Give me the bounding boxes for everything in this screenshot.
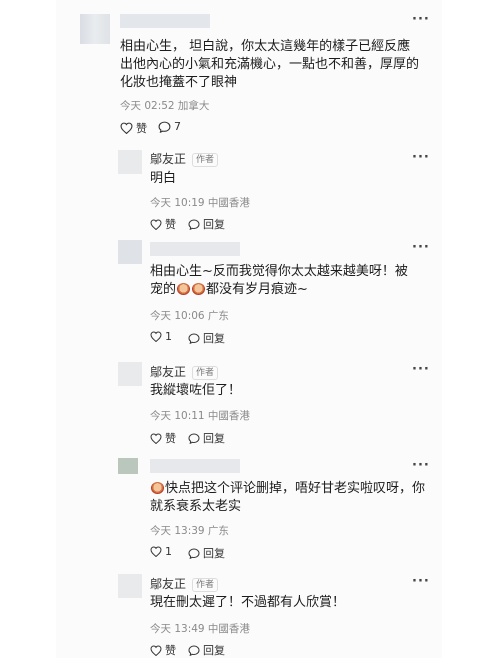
more-icon[interactable]: ···: [412, 458, 430, 473]
avatar[interactable]: [118, 362, 142, 386]
comment-meta: 今天 02:52 加拿大: [120, 100, 210, 112]
like-label: 赞: [136, 122, 147, 135]
more-icon[interactable]: ···: [412, 574, 430, 589]
reply-text: 明白: [150, 171, 177, 186]
like-count: 1: [165, 330, 172, 343]
like-button[interactable]: 1: [150, 545, 172, 558]
like-count: 1: [165, 545, 172, 558]
comment-icon: [188, 332, 200, 344]
reply-text: 相由心生~反而我觉得你太太越来越美呀！被宠的 都没有岁月痕迹~: [150, 264, 408, 297]
more-icon[interactable]: ···: [412, 150, 430, 165]
heart-icon: [150, 331, 162, 342]
comment-icon: [188, 218, 200, 230]
like-button[interactable]: 赞: [150, 216, 176, 232]
reply-button[interactable]: 回复: [188, 642, 225, 658]
reply-label: 回复: [203, 332, 225, 345]
reply-meta: 今天 13:49 中國香港: [150, 623, 250, 635]
like-button[interactable]: 1: [150, 330, 172, 343]
username-blurred[interactable]: [120, 14, 210, 28]
emoji-icon: [151, 482, 164, 494]
reply-button[interactable]: 回复: [188, 216, 225, 232]
reply-username[interactable]: 鄔友正 作者: [150, 363, 219, 380]
reply-meta: 今天 10:19 中國香港: [150, 197, 250, 209]
reply-label: 回复: [203, 547, 225, 560]
reply-label: 回复: [203, 218, 225, 231]
reply-text: 現在刪太遲了！不過都有人欣賞！: [150, 595, 346, 610]
like-button[interactable]: 赞: [150, 642, 176, 658]
heart-icon: [150, 218, 162, 230]
reply-meta: 今天 13:39 广东: [150, 525, 229, 537]
reply-button[interactable]: 7: [158, 120, 181, 133]
like-button[interactable]: 赞: [120, 120, 147, 136]
author-badge: 作者: [192, 577, 219, 592]
reply-username[interactable]: 鄔友正 作者: [150, 575, 219, 592]
like-label: 赞: [165, 432, 176, 445]
avatar[interactable]: [118, 240, 142, 264]
like-label: 赞: [165, 644, 176, 657]
reply-label: 回复: [203, 644, 225, 657]
reply-text: 快点把这个评论删掉，唔好甘老实啦叹呀，你就系衰系太老实: [150, 481, 426, 514]
reply-text: 我縱壞咗佢了！: [150, 383, 242, 398]
emoji-icon: [177, 283, 191, 295]
comment-thread: ··· 相由心生， 坦白說，你太太這幾年的樣子已經反應出他內心的小氣和充滿機心，…: [56, 0, 442, 658]
author-badge: 作者: [192, 152, 219, 167]
reply-button[interactable]: 回复: [188, 330, 225, 346]
comment-icon: [188, 644, 200, 656]
like-button[interactable]: 赞: [150, 430, 176, 446]
avatar[interactable]: [118, 574, 142, 598]
heart-icon: [150, 644, 162, 656]
reply-count: 7: [174, 120, 181, 133]
reply-label: 回复: [203, 432, 225, 445]
author-badge: 作者: [192, 365, 219, 380]
comment-icon: [188, 547, 200, 559]
comment-icon: [158, 121, 171, 133]
heart-icon: [150, 546, 162, 557]
avatar[interactable]: [80, 14, 110, 44]
avatar[interactable]: [118, 150, 142, 174]
more-icon[interactable]: ···: [412, 12, 430, 27]
like-label: 赞: [165, 218, 176, 231]
username-blurred[interactable]: [150, 459, 240, 473]
reply-button[interactable]: 回复: [188, 430, 225, 446]
reply-meta: 今天 10:11 中國香港: [150, 410, 250, 422]
reply-button[interactable]: 回复: [188, 545, 225, 561]
comment-text: 相由心生， 坦白說，你太太這幾年的樣子已經反應出他內心的小氣和充滿機心，一點也不…: [120, 39, 420, 90]
more-icon[interactable]: ···: [412, 240, 430, 255]
heart-icon: [150, 432, 162, 444]
heart-icon: [120, 122, 133, 134]
emoji-icon: [192, 283, 206, 295]
reply-meta: 今天 10:06 广东: [150, 310, 229, 322]
username-blurred[interactable]: [150, 242, 240, 256]
more-icon[interactable]: ···: [412, 362, 430, 377]
avatar[interactable]: [118, 458, 138, 474]
comment-icon: [188, 432, 200, 444]
reply-username[interactable]: 鄔友正 作者: [150, 150, 219, 167]
